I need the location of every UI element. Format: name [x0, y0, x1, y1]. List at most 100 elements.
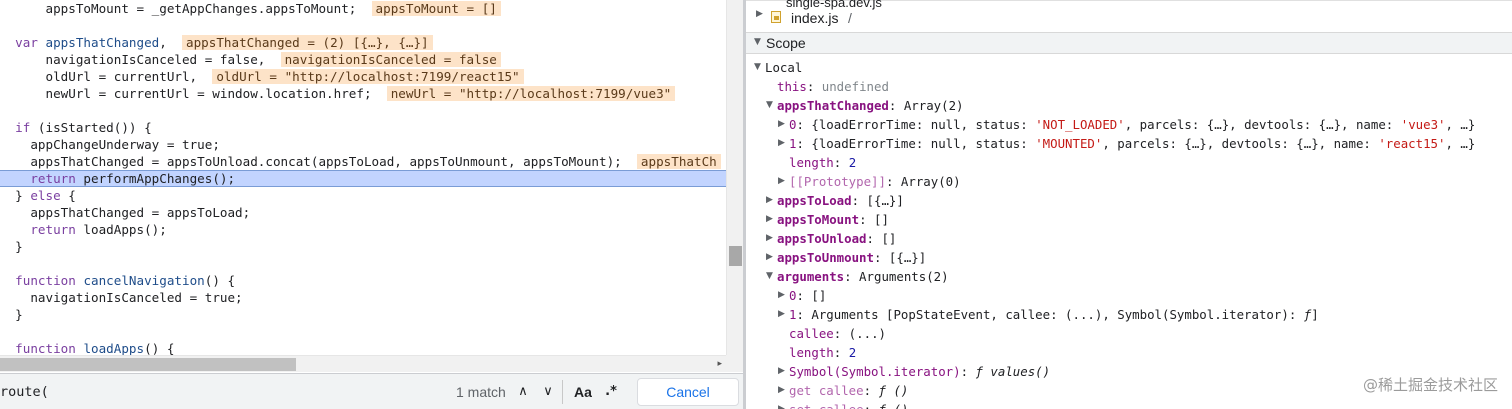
scope-value-part: arguments — [777, 269, 845, 284]
match-case-button[interactable]: Aa — [571, 379, 595, 405]
scope-tree-row[interactable]: ▶ appsToMount: [] — [766, 210, 889, 229]
scope-tree-row[interactable]: callee: (...) — [778, 324, 886, 343]
inline-value-preview: appsThatCh — [636, 154, 721, 169]
match-count: 1 match — [456, 384, 506, 400]
scope-value-part: : {loadErrorTime: null, status: — [796, 117, 1036, 132]
expand-arrow-icon[interactable]: ▶ — [778, 134, 789, 153]
code-line[interactable]: navigationIsCanceled = true; — [0, 289, 726, 306]
scope-tree-row[interactable]: ▶ Symbol(Symbol.iterator): ƒ values() — [778, 362, 1050, 381]
scope-tree-row[interactable]: length: 2 — [778, 343, 856, 362]
scope-value-part: 'MOUNTED' — [1035, 136, 1103, 151]
code-token: loadApps — [83, 341, 145, 356]
scope-section-header[interactable]: ▼ Scope — [746, 32, 1512, 54]
scope-value-part: ƒ () — [879, 402, 909, 409]
scope-value-part: 2 — [848, 345, 857, 360]
expand-arrow-icon[interactable]: ▶ — [778, 115, 789, 134]
regex-button[interactable]: .* — [601, 379, 621, 405]
code-token: return — [30, 222, 76, 237]
scope-tree-row[interactable]: length: 2 — [778, 153, 856, 172]
scope-tree-row[interactable]: this: undefined — [766, 77, 889, 96]
scope-tree-row[interactable]: ▶ [[Prototype]]: Array(0) — [778, 172, 961, 191]
expand-arrow-icon[interactable]: ▶ — [766, 210, 777, 229]
file-tree-item-index-js[interactable]: single-spa.dev.js ▶ index.js / — [746, 0, 1512, 32]
toolbar-divider — [562, 380, 563, 404]
scope-value-part: this — [777, 79, 807, 94]
collapse-arrow-icon[interactable]: ▼ — [766, 267, 777, 286]
collapse-arrow-icon[interactable]: ▼ — [754, 58, 765, 77]
scope-value-part: : — [806, 79, 822, 94]
scope-tree-row[interactable]: ▶ get callee: ƒ () — [778, 381, 908, 400]
scope-tree-row[interactable]: ▶ 0: {loadErrorTime: null, status: 'NOT_L… — [778, 115, 1475, 134]
code-line[interactable]: appsThatChanged = appsToLoad; — [0, 204, 726, 221]
code-token: cancelNavigation — [83, 273, 205, 288]
expand-arrow-icon[interactable]: ▶ — [778, 362, 789, 381]
cancel-button[interactable]: Cancel — [637, 378, 739, 406]
horizontal-scroll-thumb[interactable] — [0, 358, 296, 371]
next-match-button[interactable]: ∨ — [537, 379, 559, 405]
expand-arrow-icon[interactable]: ▶ — [766, 191, 777, 210]
debugger-sidebar: single-spa.dev.js ▶ index.js / ▼ Scope ▼… — [746, 0, 1512, 409]
collapse-arrow-icon[interactable]: ▼ — [754, 37, 761, 47]
scrollbar-corner — [726, 355, 743, 372]
scope-tree-row[interactable]: ▼ appsThatChanged: Array(2) — [766, 96, 964, 115]
code-line[interactable]: var appsThatChanged, appsThatChanged = (… — [0, 34, 726, 51]
code-token: appsThatChanged — [45, 35, 160, 50]
scope-tree-row[interactable]: ▶set callee: ƒ () — [778, 400, 908, 409]
collapse-arrow-icon[interactable]: ▼ — [766, 96, 777, 115]
expand-arrow-icon[interactable]: ▶ — [756, 9, 763, 19]
expand-arrow-icon[interactable]: ▶ — [778, 305, 789, 324]
inline-value-preview: appsThatChanged = (2) [{…}, {…}] — [182, 35, 433, 50]
scope-value-part: ] — [1311, 307, 1319, 322]
code-line[interactable]: appsToMount = _getAppChanges.appsToMount… — [0, 0, 726, 17]
scope-tree-row[interactable]: ▶ 1: {loadErrorTime: null, status: 'MOUNT… — [778, 134, 1475, 153]
code-line[interactable]: newUrl = currentUrl = window.location.hr… — [0, 85, 726, 102]
code-line[interactable] — [0, 102, 726, 119]
scope-value-part: callee — [789, 326, 834, 341]
expand-arrow-icon[interactable]: ▶ — [778, 286, 789, 305]
scope-tree-row[interactable]: ▶ appsToLoad: [{…}] — [766, 191, 904, 210]
scope-tree-row[interactable]: ▶ 1: Arguments [PopStateEvent, callee: (.… — [778, 305, 1319, 324]
paused-code-line[interactable]: return performAppChanges(); — [0, 170, 726, 187]
search-input[interactable] — [0, 374, 510, 409]
vertical-scroll-thumb[interactable] — [729, 246, 742, 266]
scope-tree-row[interactable]: ▶ appsToUnmount: [{…}] — [766, 248, 926, 267]
scroll-right-arrow-icon[interactable]: ▸ — [717, 356, 722, 373]
scope-value-part: length — [789, 155, 834, 170]
code-line[interactable]: } else { — [0, 187, 726, 204]
source-editor[interactable]: appsToMount = _getAppChanges.appsToMount… — [0, 0, 743, 409]
code-line[interactable] — [0, 255, 726, 272]
expand-arrow-icon[interactable]: ▶ — [778, 400, 789, 409]
expand-arrow-icon[interactable]: ▶ — [766, 248, 777, 267]
previous-match-button[interactable]: ∧ — [512, 379, 534, 405]
code-token: if — [15, 120, 31, 135]
scope-tree-row[interactable]: ▶ 0: [] — [778, 286, 826, 305]
expand-arrow-icon[interactable]: ▶ — [778, 172, 789, 191]
scope-tree-row[interactable]: ▶ appsToUnload: [] — [766, 229, 896, 248]
scope-value-part: 'vue3' — [1400, 117, 1446, 132]
scope-value-part: : {loadErrorTime: null, status: — [796, 136, 1036, 151]
scope-value-part: appsToLoad — [777, 193, 852, 208]
code-line[interactable]: return loadApps(); — [0, 221, 726, 238]
code-line[interactable]: if (isStarted()) { — [0, 119, 726, 136]
code-line[interactable]: appsThatChanged = appsToUnload.concat(ap… — [0, 153, 726, 170]
code-line[interactable]: navigationIsCanceled = false, navigation… — [0, 51, 726, 68]
code-line[interactable]: oldUrl = currentUrl, oldUrl = "http://lo… — [0, 68, 726, 85]
code-line[interactable] — [0, 323, 726, 340]
code-line[interactable]: appChangeUnderway = true; — [0, 136, 726, 153]
code-line[interactable]: } — [0, 306, 726, 323]
scope-value-part: [[Prototype]] — [789, 174, 886, 189]
code-line[interactable]: function cancelNavigation() { — [0, 272, 726, 289]
scope-value-part: set callee — [789, 402, 864, 409]
code-line[interactable]: } — [0, 238, 726, 255]
scope-value-part: : [{…}] — [873, 250, 927, 265]
scope-tree-row[interactable]: ▼ arguments: Arguments(2) — [766, 267, 949, 286]
code-line[interactable] — [0, 17, 726, 34]
expand-arrow-icon[interactable]: ▶ — [778, 381, 789, 400]
editor-vertical-scrollbar[interactable] — [726, 0, 743, 355]
scope-value-part: : — [863, 383, 879, 398]
editor-horizontal-scrollbar[interactable]: ▸ — [0, 355, 726, 372]
expand-arrow-icon[interactable]: ▶ — [766, 229, 777, 248]
scope-tree-row[interactable]: ▼ Local — [754, 58, 802, 77]
code-token: function — [15, 273, 76, 288]
scope-value-part: , …} — [1445, 117, 1476, 132]
